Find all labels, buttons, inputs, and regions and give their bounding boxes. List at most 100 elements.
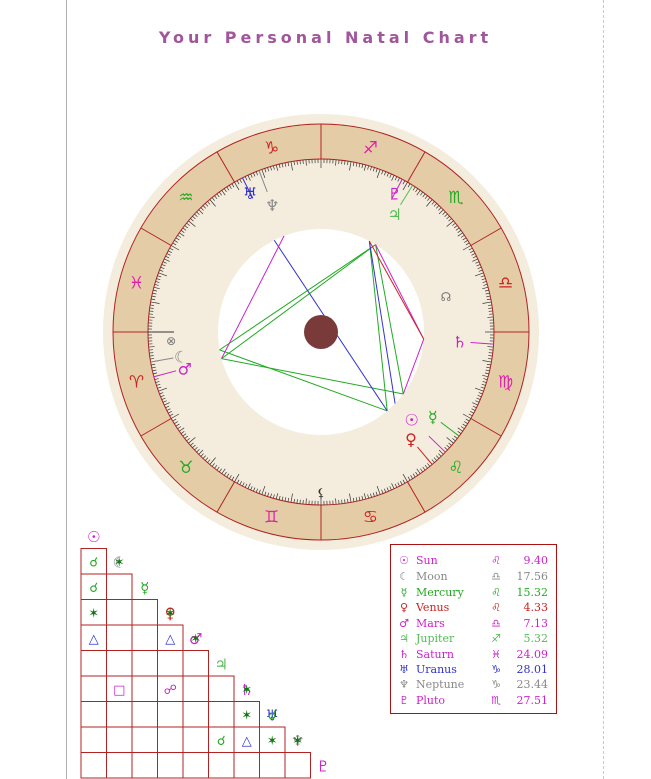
aspect-glyph-icon: ☍ <box>164 683 177 698</box>
legend-sign-icon: ♐ <box>491 632 501 645</box>
legend-planet-name: Venus <box>416 601 450 614</box>
legend-planet-name: Jupiter <box>416 632 455 645</box>
aspect-grid-cell <box>208 752 235 779</box>
aspect-grid-cell <box>131 599 158 626</box>
mars-icon: ♂ <box>399 617 409 630</box>
aspect-grid-cell <box>80 726 107 753</box>
neptune-icon: ♆ <box>399 678 409 691</box>
aspect-glyph-icon: ✶ <box>292 734 303 749</box>
legend-planet-name: Moon <box>416 570 448 583</box>
aspect-grid-cell <box>157 726 184 753</box>
aspect-grid-cell <box>208 675 235 702</box>
aspect-grid-cell <box>284 752 311 779</box>
aspect-grid-cell <box>131 650 158 677</box>
legend-sign-icon: ♎ <box>491 570 501 583</box>
aspect-glyph-icon: ✶ <box>190 632 201 647</box>
aspect-grid-cell <box>106 650 133 677</box>
legend-planet-name: Sun <box>416 554 438 567</box>
legend-degree: 28.01 <box>516 663 549 676</box>
mercury-grid-icon: ☿ <box>140 579 149 597</box>
legend-row-venus: ♀ Venus ♌ 4.33 <box>391 600 556 615</box>
aspect-glyph-icon: ☌ <box>268 708 277 723</box>
legend-row-jupiter: ♃ Jupiter ♐ 5.32 <box>391 631 556 646</box>
aspect-grid-cell <box>208 701 235 728</box>
aspect-grid-cell <box>157 752 184 779</box>
legend-sign-icon: ♌ <box>491 601 501 614</box>
legend-row-neptune: ♆ Neptune ♑ 23.44 <box>391 677 556 692</box>
jupiter-icon: ♃ <box>399 632 409 645</box>
legend-row-pluto: ♇ Pluto ♏ 27.51 <box>391 693 556 708</box>
pluto-grid-icon: ♇ <box>317 757 330 775</box>
aspect-grid-cell <box>131 675 158 702</box>
aspect-grid-cell <box>106 573 133 600</box>
jupiter-grid-icon: ♃ <box>215 655 228 673</box>
legend-degree: 23.44 <box>516 678 549 691</box>
pluto-icon: ♇ <box>399 694 409 707</box>
legend-sign-icon: ♏ <box>491 694 501 707</box>
legend-planet-name: Saturn <box>416 648 454 661</box>
legend-planet-name: Mars <box>416 617 445 630</box>
aspect-glyph-icon: ✶ <box>241 683 252 698</box>
aspect-grid-cell <box>106 726 133 753</box>
legend-degree: 9.40 <box>523 554 549 567</box>
legend-row-saturn: ♄ Saturn ♓ 24.09 <box>391 647 556 662</box>
aspect-glyph-icon: △ <box>89 632 99 647</box>
aspect-grid-cell <box>131 726 158 753</box>
aspect-grid-cell <box>80 752 107 779</box>
aspect-grid-cell <box>106 752 133 779</box>
sun-icon: ☉ <box>399 554 409 567</box>
aspect-glyph-icon: ✶ <box>88 606 99 621</box>
aspect-grid-cell <box>157 701 184 728</box>
aspect-grid-cell <box>106 599 133 626</box>
legend-row-mercury: ☿ Mercury ♌ 15.32 <box>391 585 556 600</box>
legend-degree: 7.13 <box>523 617 549 630</box>
aspect-grid-cell <box>157 650 184 677</box>
aspect-glyph-icon: ☌ <box>217 734 226 749</box>
legend-planet-name: Neptune <box>416 678 465 691</box>
legend-sign-icon: ♌ <box>491 586 501 599</box>
aspect-glyph-icon: ☌ <box>89 555 98 570</box>
aspect-grid-cell <box>80 650 107 677</box>
legend-planet-name: Uranus <box>416 663 457 676</box>
legend-sign-icon: ♌ <box>491 554 501 567</box>
aspect-glyph-icon: ✶ <box>241 708 252 723</box>
legend-row-mars: ♂ Mars ♎ 7.13 <box>391 616 556 631</box>
legend-row-moon: ☾ Moon ♎ 17.56 <box>391 569 556 584</box>
legend-row-sun: ☉ Sun ♌ 9.40 <box>391 553 556 568</box>
aspect-glyph-icon: ☌ <box>89 581 98 596</box>
aspect-grid-cell <box>233 752 260 779</box>
legend-degree: 24.09 <box>516 648 549 661</box>
aspect-glyph-icon: ✶ <box>114 555 125 570</box>
aspect-grid-cell <box>182 701 209 728</box>
aspect-grid-cell <box>80 675 107 702</box>
sun-grid-icon: ☉ <box>87 528 100 546</box>
legend-sign-icon: ♑ <box>491 678 501 691</box>
legend-degree: 17.56 <box>516 570 549 583</box>
legend-sign-icon: ♎ <box>491 617 501 630</box>
aspect-grid-cell <box>106 624 133 651</box>
aspect-grid-cell <box>259 752 286 779</box>
uranus-icon: ♅ <box>399 663 409 676</box>
aspect-grid-cell <box>131 701 158 728</box>
planet-legend: ☉ Sun ♌ 9.40 ☾ Moon ♎ 17.56 ☿ Mercury ♌ … <box>390 544 557 714</box>
legend-planet-name: Pluto <box>416 694 446 707</box>
legend-degree: 27.51 <box>516 694 549 707</box>
legend-row-uranus: ♅ Uranus ♑ 28.01 <box>391 662 556 677</box>
legend-planet-name: Mercury <box>416 586 464 599</box>
aspect-grid-cell <box>131 752 158 779</box>
aspect-grid-cell <box>182 650 209 677</box>
moon-icon: ☾ <box>399 570 409 583</box>
legend-sign-icon: ♓ <box>491 648 501 661</box>
aspect-grid-cell <box>106 701 133 728</box>
aspect-glyph-icon: ✶ <box>267 734 278 749</box>
legend-sign-icon: ♑ <box>491 663 501 676</box>
aspect-grid-cell <box>182 726 209 753</box>
aspect-grid-cell <box>182 752 209 779</box>
mercury-icon: ☿ <box>400 586 408 599</box>
aspect-glyph-icon: ✶ <box>165 606 176 621</box>
aspect-glyph-icon: △ <box>242 734 252 749</box>
legend-degree: 5.32 <box>523 632 549 645</box>
legend-degree: 4.33 <box>523 601 549 614</box>
saturn-icon: ♄ <box>399 648 409 661</box>
aspect-grid-cell <box>131 624 158 651</box>
